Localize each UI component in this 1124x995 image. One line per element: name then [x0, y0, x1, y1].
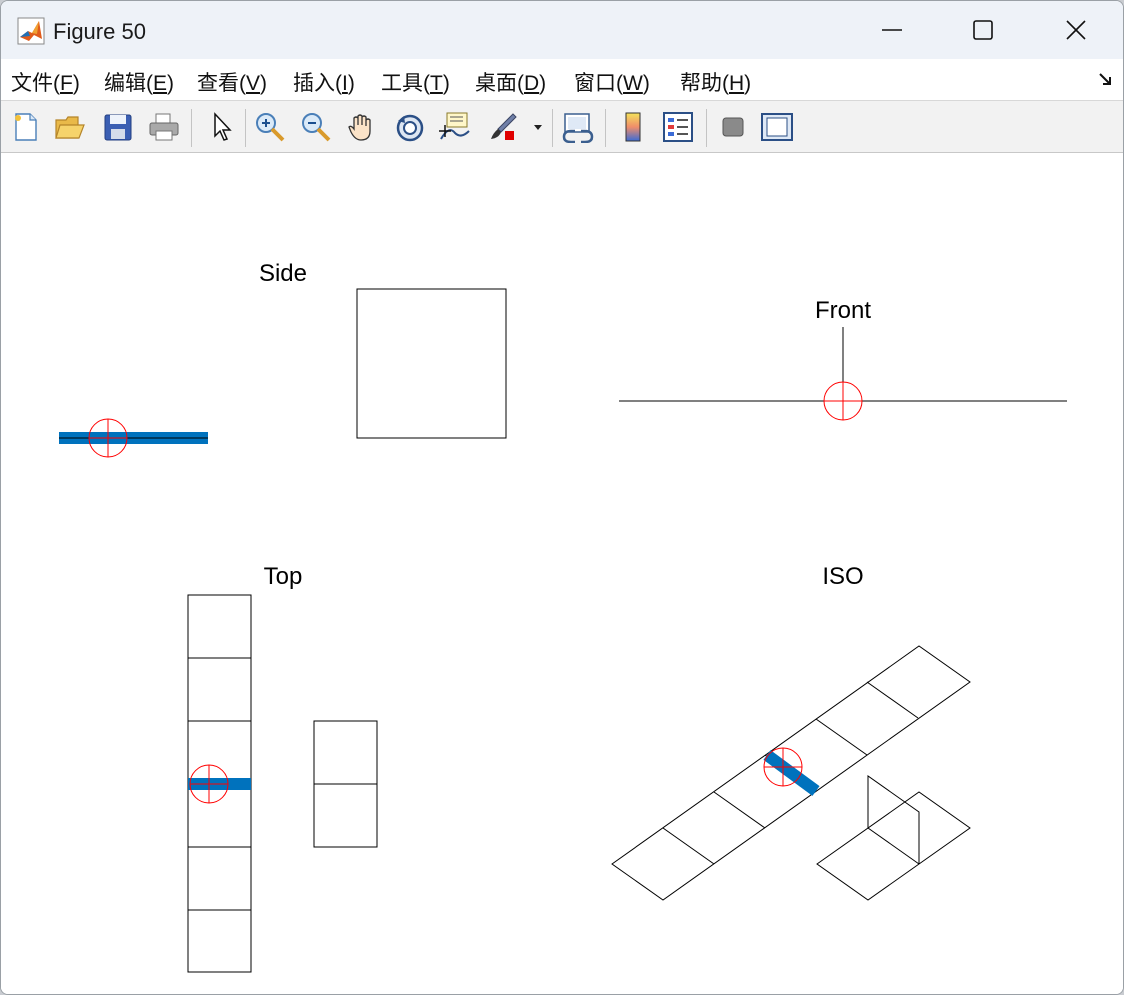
zoom-out-button[interactable] [299, 110, 333, 144]
zoom-in-button[interactable] [253, 110, 287, 144]
close-button[interactable] [1030, 1, 1122, 59]
menu-edit[interactable]: 编辑(E) [104, 67, 174, 97]
iso-view-target-marker [763, 747, 803, 787]
toolbar-separator [245, 109, 246, 147]
print-icon [149, 113, 179, 141]
front-view-title: Front [815, 297, 871, 324]
figure-canvas: Side Front Top ISO [1, 153, 1123, 994]
rotate-3d-icon [396, 114, 424, 142]
colorbar-button[interactable] [616, 110, 650, 144]
pan-hand-icon [348, 114, 371, 141]
data-cursor-icon [439, 112, 470, 140]
top-view-target-marker [189, 764, 229, 804]
rotate-3d-button[interactable] [393, 110, 427, 144]
menu-view[interactable]: 查看(V) [197, 67, 267, 97]
figure-toolbar [1, 101, 1123, 153]
toolbar-separator [605, 109, 606, 147]
link-plot-button[interactable] [561, 110, 595, 144]
data-cursor-button[interactable] [438, 110, 472, 144]
iso-view-vertical-plane [867, 775, 920, 864]
toolbar-separator [552, 109, 553, 147]
close-icon [1066, 20, 1086, 40]
menu-bar: 文件(F) 编辑(E) 查看(V) 插入(I) 工具(T) 桌面(D) 窗口(W… [1, 59, 1123, 101]
menu-file[interactable]: 文件(F) [11, 67, 80, 97]
window-title: Figure 50 [53, 19, 146, 44]
zoom-out-icon [302, 113, 331, 142]
pan-button[interactable] [345, 110, 379, 144]
save-button[interactable] [101, 110, 135, 144]
legend-icon [663, 112, 693, 142]
toolbar-separator [706, 109, 707, 147]
side-view-target-marker [88, 418, 128, 458]
zoom-in-icon [256, 113, 285, 142]
menu-tools[interactable]: 工具(T) [381, 67, 450, 97]
hide-plot-tools-icon [722, 117, 744, 137]
iso-view-title: ISO [822, 563, 863, 590]
show-plot-tools-button[interactable] [760, 110, 794, 144]
iso-view-short-strip [816, 791, 971, 901]
side-view-box [356, 288, 507, 439]
brush-dropdown-button[interactable] [528, 110, 548, 144]
menu-window[interactable]: 窗口(W) [574, 67, 650, 97]
menu-desktop[interactable]: 桌面(D) [475, 67, 546, 97]
save-icon [104, 114, 132, 141]
title-bar: Figure 50 [1, 1, 1123, 59]
show-plot-tools-icon [761, 113, 793, 141]
new-figure-button[interactable] [9, 110, 43, 144]
print-button[interactable] [147, 110, 181, 144]
colorbar-icon [625, 112, 641, 142]
menu-help[interactable]: 帮助(H) [680, 67, 751, 97]
pointer-icon [214, 112, 232, 141]
hide-plot-tools-button[interactable] [716, 110, 750, 144]
minimize-button[interactable] [846, 1, 938, 59]
new-figure-icon [15, 113, 37, 141]
open-file-icon [55, 116, 85, 139]
toolbar-separator [191, 109, 192, 147]
menu-insert[interactable]: 插入(I) [293, 67, 355, 97]
open-file-button[interactable] [53, 110, 87, 144]
front-view-target-marker [823, 381, 863, 421]
legend-button[interactable] [661, 110, 695, 144]
brush-button[interactable] [486, 110, 520, 144]
maximize-icon [973, 20, 993, 40]
minimize-icon [882, 29, 902, 31]
iso-view-bar [763, 750, 820, 796]
maximize-button[interactable] [937, 1, 1029, 59]
link-plot-icon [562, 113, 594, 143]
matlab-logo-icon [17, 17, 45, 45]
plot-area: Side Front Top ISO [59, 260, 1067, 973]
pointer-button[interactable] [204, 110, 238, 144]
top-view-right-grid [313, 720, 378, 848]
brush-icon [491, 113, 517, 140]
figure-window: Figure 50 文件(F) 编辑(E) 查看(V) 插入(I) 工具(T) … [0, 0, 1124, 995]
side-view-title: Side [259, 260, 307, 287]
undock-arrow-icon[interactable] [1097, 71, 1113, 87]
top-view-title: Top [264, 563, 303, 590]
chevron-down-icon [534, 125, 542, 130]
